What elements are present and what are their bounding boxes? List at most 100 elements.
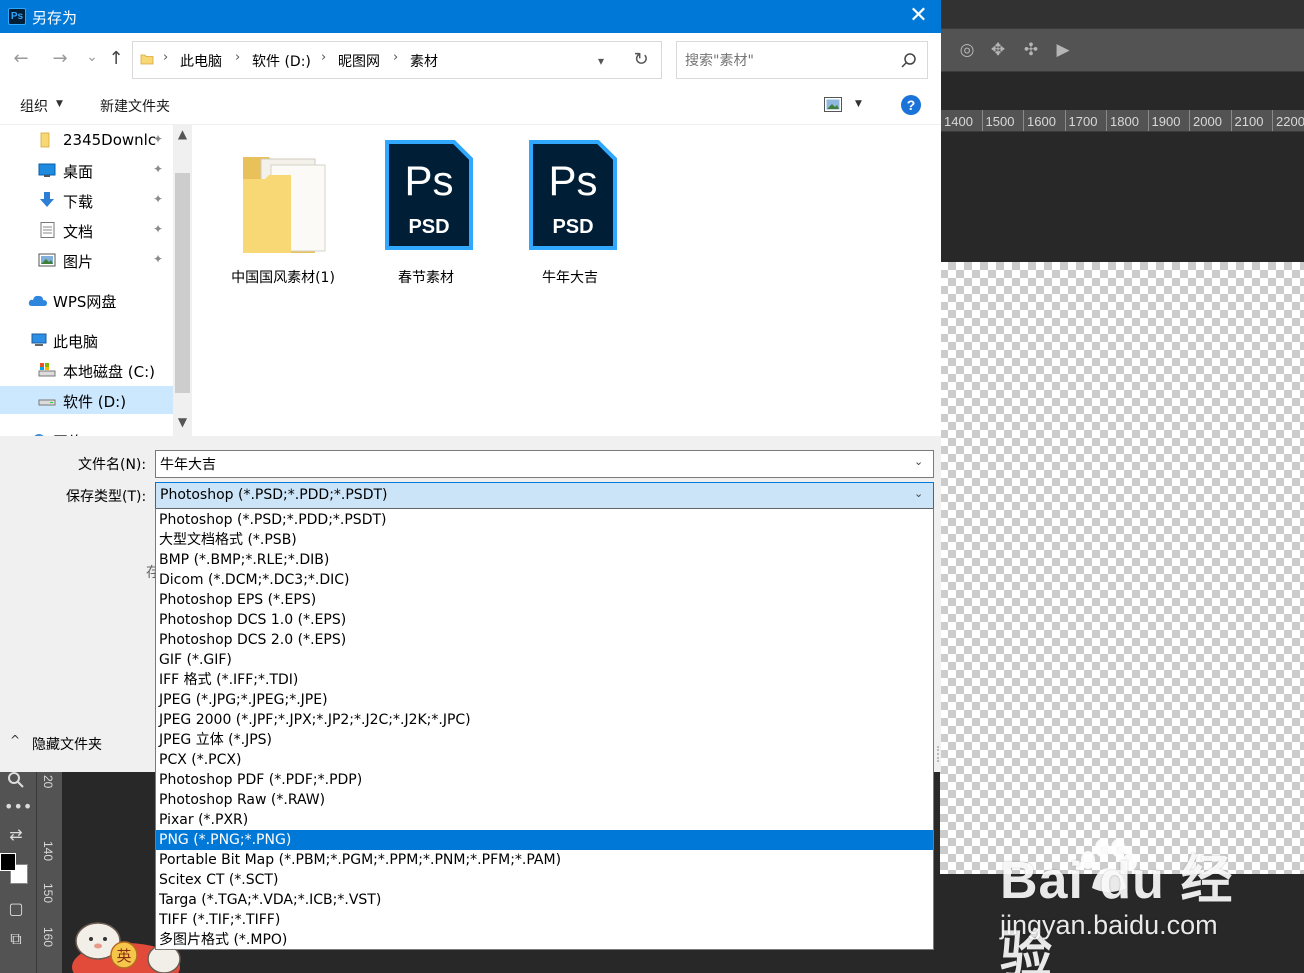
- sidebar-item-label: 图片: [63, 253, 94, 271]
- pan-3d-icon[interactable]: ✥: [987, 39, 1009, 61]
- filetype-option[interactable]: Pixar (*.PXR): [156, 810, 933, 830]
- sidebar-item-label: 此电脑: [53, 333, 99, 351]
- new-folder-button[interactable]: 新建文件夹: [100, 96, 170, 116]
- swap-colors-icon[interactable]: ⇄: [4, 825, 28, 847]
- up-button[interactable]: ↑: [104, 47, 128, 71]
- chevron-down-icon[interactable]: ▼: [855, 99, 862, 109]
- scrollbar-thumb[interactable]: [175, 173, 190, 393]
- computer-icon: [31, 333, 47, 346]
- filetype-option[interactable]: JPEG 立体 (*.JPS): [156, 730, 933, 750]
- filetype-option[interactable]: PNG (*.PNG;*.PNG): [156, 830, 933, 850]
- chevron-down-icon[interactable]: ▾: [591, 51, 611, 71]
- filetype-option[interactable]: Photoshop Raw (*.RAW): [156, 790, 933, 810]
- recent-locations-button[interactable]: ⌄: [80, 45, 104, 69]
- zoom-tool-icon[interactable]: [4, 771, 28, 793]
- filetype-option[interactable]: Scitex CT (*.SCT): [156, 870, 933, 890]
- forward-button[interactable]: →: [48, 47, 72, 71]
- filetype-dropdown-list[interactable]: Photoshop (*.PSD;*.PDD;*.PSDT) 大型文档格式 (*.…: [155, 508, 934, 950]
- command-bar: 组织 ▼ 新建文件夹 ▼ ?: [0, 87, 941, 125]
- scroll-down-arrow-icon[interactable]: ▼: [173, 415, 192, 433]
- chevron-down-icon: ▼: [56, 99, 63, 109]
- chevron-up-icon: ^: [10, 733, 21, 747]
- psd-file-icon: Ps PSD: [385, 140, 473, 250]
- filetype-option[interactable]: Portable Bit Map (*.PBM;*.PGM;*.PPM;*.PN…: [156, 850, 933, 870]
- foreground-color-swatch[interactable]: [0, 853, 16, 871]
- breadcrumb-sucai[interactable]: 素材: [410, 51, 438, 71]
- filetype-option[interactable]: 大型文档格式 (*.PSB): [156, 530, 933, 550]
- filetype-option[interactable]: 多图片格式 (*.MPO): [156, 930, 933, 950]
- search-box[interactable]: [676, 41, 928, 79]
- navigation-scrollbar[interactable]: ▲ ▼: [173, 125, 192, 436]
- sidebar-item-drive-c[interactable]: 本地磁盘 (C:): [0, 356, 173, 384]
- breadcrumb-nitu[interactable]: 昵图网: [338, 51, 380, 71]
- ruler-tick-label: 2000: [1189, 110, 1231, 131]
- sidebar-item-label: 下载: [63, 193, 94, 211]
- filetype-option[interactable]: Targa (*.TGA;*.VDA;*.ICB;*.VST): [156, 890, 933, 910]
- chevron-down-icon[interactable]: ⌄: [914, 487, 923, 500]
- pin-icon[interactable]: ✦: [153, 162, 163, 176]
- sidebar-item-desktop[interactable]: 桌面 ✦: [0, 156, 173, 184]
- filetype-option[interactable]: JPEG 2000 (*.JPF;*.JPX;*.JP2;*.J2C;*.J2K…: [156, 710, 933, 730]
- filetype-option[interactable]: IFF 格式 (*.IFF;*.TDI): [156, 670, 933, 690]
- pin-icon[interactable]: ✦: [153, 252, 163, 266]
- filetype-option[interactable]: GIF (*.GIF): [156, 650, 933, 670]
- sidebar-item-network[interactable]: 网络: [0, 426, 173, 436]
- back-button[interactable]: ←: [9, 47, 33, 71]
- ruler-tick-label: 1900: [1147, 110, 1190, 131]
- quick-mask-icon[interactable]: ▢: [4, 899, 28, 921]
- filetype-option[interactable]: Dicom (*.DCM;*.DC3;*.DIC): [156, 570, 933, 590]
- filetype-option[interactable]: Photoshop DCS 1.0 (*.EPS): [156, 610, 933, 630]
- filetype-option[interactable]: Photoshop EPS (*.EPS): [156, 590, 933, 610]
- ruler-tick-label: 2100: [1230, 110, 1273, 131]
- screen-mode-icon[interactable]: ⧉: [4, 929, 28, 951]
- file-item-folder[interactable]: 中国国风素材(1): [213, 135, 353, 286]
- sidebar-item-this-pc[interactable]: 此电脑: [0, 326, 173, 354]
- filetype-option[interactable]: BMP (*.BMP;*.RLE;*.DIB): [156, 550, 933, 570]
- filename-combobox[interactable]: ⌄: [155, 450, 934, 478]
- slide-3d-icon[interactable]: ✣: [1020, 39, 1042, 61]
- sidebar-item-downloads[interactable]: 下载 ✦: [0, 186, 173, 214]
- rotate-3d-icon[interactable]: ◎: [956, 39, 978, 61]
- search-icon[interactable]: [899, 51, 919, 71]
- filename-label: 文件名(N):: [78, 457, 147, 473]
- sidebar-item-2345downloads[interactable]: 2345Downlc ✦: [0, 126, 173, 154]
- sidebar-item-label: 文档: [63, 223, 94, 241]
- help-icon[interactable]: ?: [901, 95, 921, 115]
- sidebar-item-drive-d[interactable]: 软件 (D:): [0, 386, 173, 414]
- chevron-down-icon[interactable]: ⌄: [914, 455, 923, 468]
- filetype-select[interactable]: Photoshop (*.PSD;*.PDD;*.PSDT) ⌄: [155, 482, 934, 510]
- document-icon: [40, 222, 55, 238]
- filetype-option[interactable]: Photoshop DCS 2.0 (*.EPS): [156, 630, 933, 650]
- folder-icon: [40, 132, 50, 148]
- sidebar-item-label: 桌面: [63, 163, 94, 181]
- transparent-canvas: [940, 262, 1304, 874]
- filename-input[interactable]: [160, 454, 900, 474]
- pin-icon[interactable]: ✦: [153, 132, 163, 146]
- baidu-watermark: Bai du 经验 jingyan.baidu.com: [1000, 838, 1240, 973]
- view-options-icon[interactable]: [824, 97, 842, 112]
- search-input[interactable]: [685, 51, 885, 71]
- more-tools-icon[interactable]: •••: [4, 797, 32, 819]
- sidebar-item-documents[interactable]: 文档 ✦: [0, 216, 173, 244]
- address-bar[interactable]: › 此电脑 › 软件 (D:) › 昵图网 › 素材 ▾: [132, 41, 622, 79]
- pin-icon[interactable]: ✦: [153, 222, 163, 236]
- breadcrumb-drive-d[interactable]: 软件 (D:): [252, 51, 311, 71]
- filetype-option[interactable]: Photoshop PDF (*.PDF;*.PDP): [156, 770, 933, 790]
- scroll-up-arrow-icon[interactable]: ▲: [173, 127, 192, 145]
- file-item-psd[interactable]: Ps PSD 春节素材: [356, 135, 496, 286]
- file-item-psd[interactable]: Ps PSD 牛年大吉: [500, 135, 640, 286]
- sidebar-item-pictures[interactable]: 图片 ✦: [0, 246, 173, 274]
- filetype-option[interactable]: PCX (*.PCX): [156, 750, 933, 770]
- pin-icon[interactable]: ✦: [153, 192, 163, 206]
- filetype-option[interactable]: Photoshop (*.PSD;*.PDD;*.PSDT): [156, 510, 933, 530]
- sidebar-item-label: WPS网盘: [53, 293, 117, 311]
- filetype-option[interactable]: TIFF (*.TIF;*.TIFF): [156, 910, 933, 930]
- sidebar-item-wps-cloud[interactable]: WPS网盘: [0, 286, 173, 314]
- breadcrumb-this-pc[interactable]: 此电脑: [180, 51, 222, 71]
- organize-button[interactable]: 组织: [20, 96, 48, 116]
- close-button[interactable]: ✕: [896, 0, 941, 33]
- filetype-option[interactable]: JPEG (*.JPG;*.JPEG;*.JPE): [156, 690, 933, 710]
- refresh-button[interactable]: ↻: [621, 41, 662, 79]
- psd-icon-psd-text: PSD: [408, 216, 449, 238]
- camera-3d-icon[interactable]: ▶: [1052, 39, 1074, 61]
